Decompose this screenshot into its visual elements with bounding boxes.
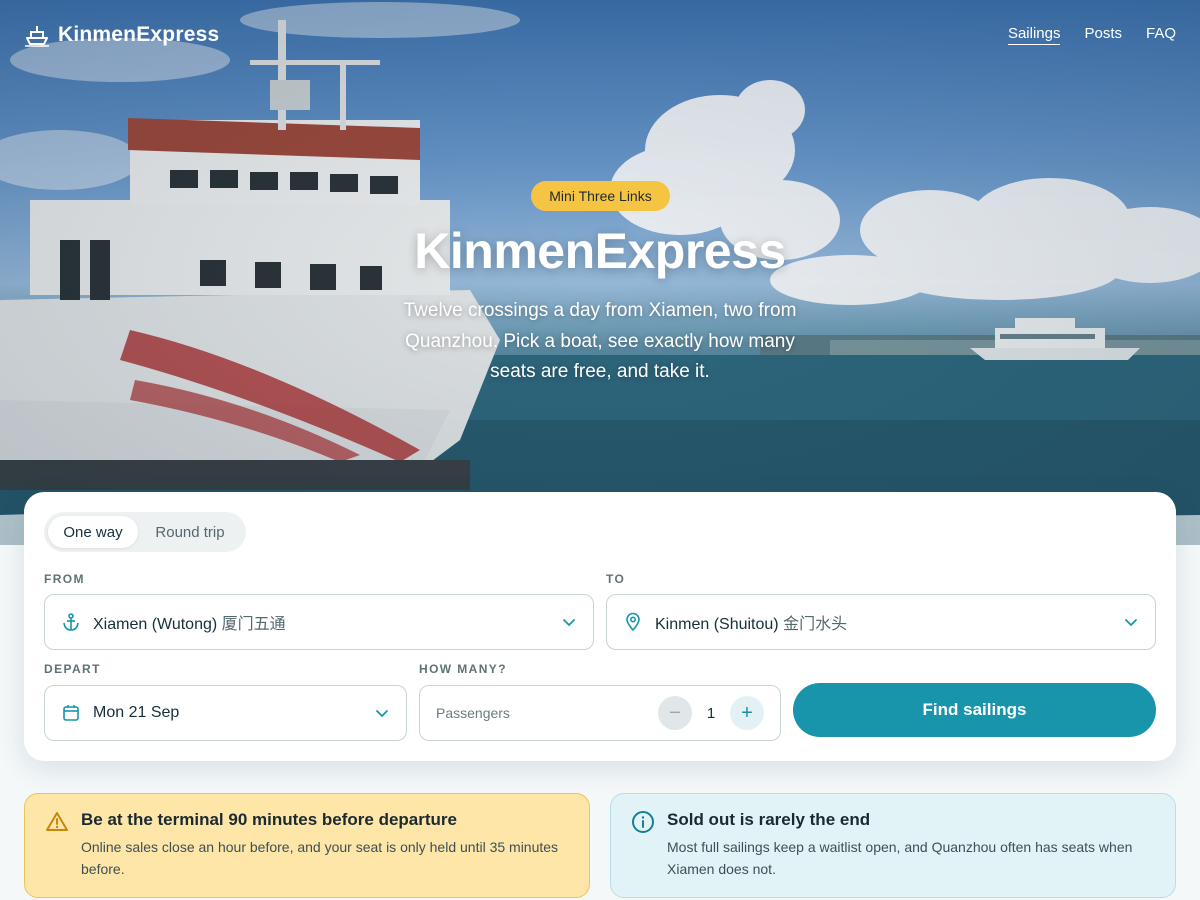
info-body: Most full sailings keep a waitlist open,… [667,839,1133,877]
anchor-icon [63,613,79,631]
find-sailings-button[interactable]: Find sailings [793,683,1156,737]
depart-label: DEPART [44,662,101,676]
warning-title: Be at the terminal 90 minutes before dep… [81,810,457,829]
hero-title: KinmenExpress [414,223,786,279]
brand-name: KinmenExpress [58,23,220,46]
depart-date-picker[interactable]: Mon 21 Sep [44,685,407,741]
top-navigation: KinmenExpress Sailings Posts FAQ [24,22,1176,52]
passengers-placeholder: Passengers [436,705,510,721]
info-circle-icon [632,811,654,833]
terminal-warning-notice: Be at the terminal 90 minutes before dep… [24,793,590,898]
decrease-passengers-button[interactable]: − [658,696,692,730]
search-card: One way Round trip FROM Xiamen (Wutong) … [24,492,1176,761]
passenger-count: 1 [706,704,716,722]
depart-value: Mon 21 Sep [93,704,180,721]
from-value-zh: 厦门五通 [221,616,286,633]
from-value: Xiamen (Wutong) 厦门五通 [93,610,561,634]
warning-body: Online sales close an hour before, and y… [81,839,559,877]
ferry-icon [25,26,49,47]
trip-type-round-trip[interactable]: Round trip [138,516,242,548]
nav-link-sailings[interactable]: Sailings [1007,25,1061,45]
how-many-label: HOW MANY? [419,662,507,676]
to-label: TO [606,572,626,586]
chevron-down-icon [563,619,575,627]
to-value-en: Kinmen (Shuitou) [655,616,779,633]
increase-passengers-button[interactable]: + [730,696,764,730]
to-select[interactable]: Kinmen (Shuitou) 金门水头 [606,594,1156,650]
calendar-icon [63,705,79,721]
passenger-stepper: Passengers − 1 + [419,685,781,741]
brand-logo[interactable]: KinmenExpress [24,22,219,48]
info-title: Sold out is rarely the end [667,810,871,829]
to-value-zh: 金门水头 [783,616,848,633]
to-value: Kinmen (Shuitou) 金门水头 [655,610,1123,634]
chevron-down-icon [376,710,388,718]
from-value-en: Xiamen (Wutong) [93,616,218,633]
from-label: FROM [44,572,85,586]
trip-type-one-way[interactable]: One way [48,516,138,548]
hero-badge: Mini Three Links [531,181,670,211]
hero-subtitle: Twelve crossings a day from Xiamen, two … [403,300,797,382]
from-select[interactable]: Xiamen (Wutong) 厦门五通 [44,594,594,650]
warning-triangle-icon [46,812,68,831]
nav-link-posts[interactable]: Posts [1084,25,1122,45]
nav-link-faq[interactable]: FAQ [1146,25,1176,45]
map-pin-icon [626,612,640,632]
nav-links: Sailings Posts FAQ [1007,25,1176,45]
chevron-down-icon [1125,619,1137,627]
hero-section: KinmenExpress Sailings Posts FAQ Mini Th… [0,0,1200,545]
waitlist-info-notice: Sold out is rarely the end Most full sai… [610,793,1176,898]
trip-type-toggle: One way Round trip [44,512,246,552]
